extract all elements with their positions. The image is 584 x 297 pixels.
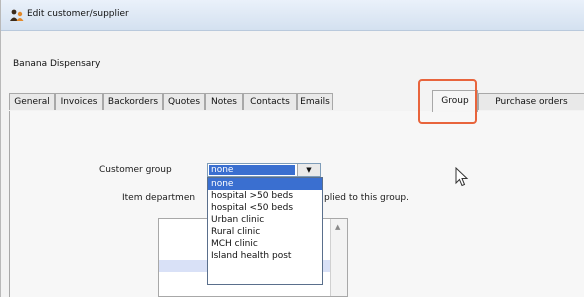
edit-customer-window: Edit customer/supplier Banana Dispensary… [0,0,584,297]
tab-purchase-orders[interactable]: Purchase orders [478,93,584,110]
dropdown-option[interactable]: Island health post [208,250,322,262]
tab-backorders[interactable]: Backorders [103,93,163,110]
dropdown-option[interactable]: none [208,178,322,190]
customer-supplier-icon [10,9,24,21]
mouse-pointer-icon [455,167,469,187]
tab-emails[interactable]: Emails [297,93,333,110]
group-tab-highlight [418,79,477,124]
tab-notes[interactable]: Notes [205,93,243,110]
scroll-up-icon[interactable]: ▲ [335,223,340,231]
title-bar: Edit customer/supplier [1,0,584,31]
customer-group-select[interactable]: none ▼ [207,163,321,177]
customer-group-dropdown[interactable]: none hospital >50 beds hospital <50 beds… [207,177,323,285]
customer-group-label: Customer group [99,165,172,175]
customer-group-value: none [209,165,295,175]
window-title: Edit customer/supplier [27,9,129,19]
dropdown-option[interactable]: Rural clinic [208,226,322,238]
dropdown-option[interactable]: MCH clinic [208,238,322,250]
item-department-label: Item departmen [122,193,196,203]
tab-quotes[interactable]: Quotes [163,93,205,110]
dropdown-option[interactable]: hospital <50 beds [208,202,322,214]
chevron-down-icon[interactable]: ▼ [297,164,320,176]
tab-contacts[interactable]: Contacts [243,93,297,110]
list-scrollbar[interactable]: ▲ [330,219,347,296]
customer-name: Banana Dispensary [13,59,101,69]
tab-general[interactable]: General [9,93,55,110]
item-department-label-tail: plied to this group. [324,193,410,203]
tab-invoices[interactable]: Invoices [55,93,103,110]
dropdown-option[interactable]: Urban clinic [208,214,322,226]
dropdown-option[interactable]: hospital >50 beds [208,190,322,202]
